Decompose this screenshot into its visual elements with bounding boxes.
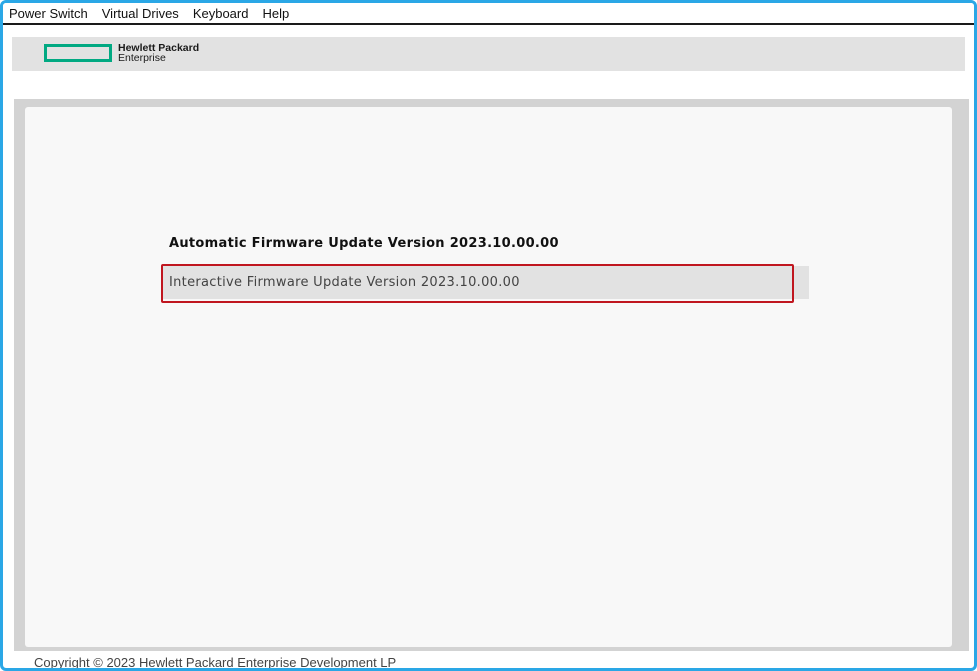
- menu-bar: Power Switch Virtual Drives Keyboard Hel…: [3, 3, 974, 23]
- menu-virtual-drives[interactable]: Virtual Drives: [102, 6, 179, 21]
- selection-highlight-box: [161, 264, 794, 303]
- hpe-logo: Hewlett Packard Enterprise: [44, 43, 199, 63]
- header-band: Hewlett Packard Enterprise: [12, 37, 965, 71]
- main-panel: Automatic Firmware Update Version 2023.1…: [14, 99, 969, 651]
- logo-line2: Enterprise: [118, 52, 166, 64]
- hpe-logo-rectangle-icon: [44, 44, 112, 62]
- hpe-logo-text: Hewlett Packard Enterprise: [118, 43, 199, 64]
- menu-keyboard[interactable]: Keyboard: [193, 6, 249, 21]
- menu-help[interactable]: Help: [262, 6, 289, 21]
- console-window: Power Switch Virtual Drives Keyboard Hel…: [0, 0, 977, 671]
- footer-copyright: Copyright © 2023 Hewlett Packard Enterpr…: [34, 655, 397, 670]
- menu-separator: [3, 23, 974, 25]
- menu-power-switch[interactable]: Power Switch: [9, 6, 88, 21]
- content-card: Automatic Firmware Update Version 2023.1…: [25, 107, 952, 647]
- option-automatic-firmware-update[interactable]: Automatic Firmware Update Version 2023.1…: [161, 227, 809, 260]
